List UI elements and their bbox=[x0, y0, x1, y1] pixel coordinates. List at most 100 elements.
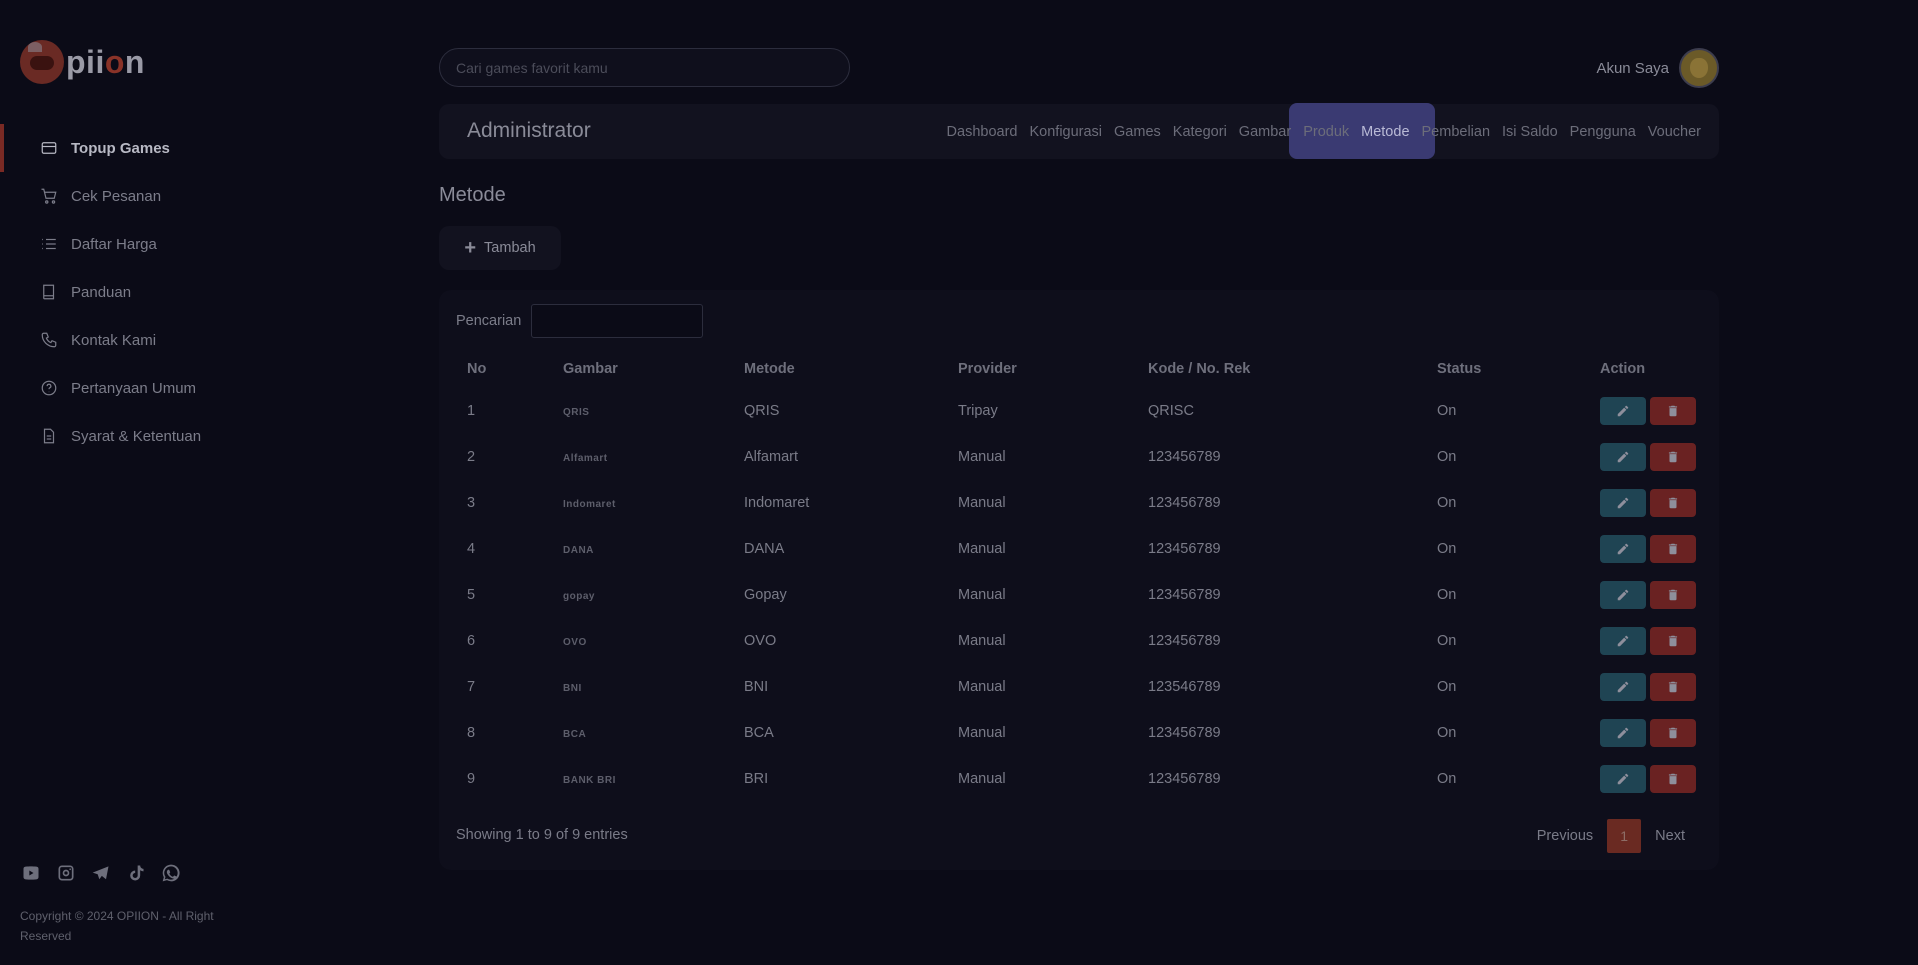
cell-action bbox=[1572, 710, 1719, 756]
edit-button[interactable] bbox=[1600, 627, 1646, 655]
pencil-icon bbox=[1616, 772, 1630, 786]
column-header[interactable]: Action bbox=[1572, 350, 1719, 388]
trash-icon bbox=[1666, 588, 1680, 602]
search-input[interactable] bbox=[439, 48, 850, 87]
avatar[interactable] bbox=[1679, 48, 1719, 88]
delete-button[interactable] bbox=[1650, 627, 1696, 655]
delete-button[interactable] bbox=[1650, 535, 1696, 563]
social-links bbox=[20, 862, 182, 884]
trash-icon bbox=[1666, 726, 1680, 740]
methods-card: Pencarian No Gambar Metode Provider Kode… bbox=[439, 290, 1719, 870]
youtube-icon[interactable] bbox=[20, 862, 42, 884]
delete-button[interactable] bbox=[1650, 397, 1696, 425]
telegram-icon[interactable] bbox=[90, 862, 112, 884]
sidebar-item-syarat-ketentuan[interactable]: Syarat & Ketentuan bbox=[0, 412, 300, 460]
cell-logo: OVO bbox=[535, 618, 716, 664]
cell-action bbox=[1572, 434, 1719, 480]
sidebar-item-label: Topup Games bbox=[71, 139, 170, 157]
nav-voucher[interactable]: Voucher bbox=[1648, 124, 1701, 140]
edit-button[interactable] bbox=[1600, 581, 1646, 609]
sidebar-item-daftar-harga[interactable]: Daftar Harga bbox=[0, 220, 300, 268]
sidebar-item-topup-games[interactable]: Topup Games bbox=[0, 124, 300, 172]
cell-no: 6 bbox=[467, 633, 476, 649]
edit-button[interactable] bbox=[1600, 719, 1646, 747]
cell-kode: 123456789 bbox=[1148, 725, 1221, 741]
add-button[interactable]: + Tambah bbox=[439, 226, 561, 270]
filter-input[interactable] bbox=[531, 304, 704, 338]
column-header[interactable]: Metode bbox=[716, 350, 930, 388]
delete-button[interactable] bbox=[1650, 765, 1696, 793]
sidebar-item-label: Panduan bbox=[71, 283, 132, 301]
cell-no: 9 bbox=[467, 771, 476, 787]
cell-status: On bbox=[1437, 587, 1457, 603]
nav-games[interactable]: Games bbox=[1114, 124, 1161, 140]
cell-status: On bbox=[1437, 449, 1457, 465]
logo-mark-icon bbox=[20, 40, 64, 84]
edit-button[interactable] bbox=[1600, 397, 1646, 425]
column-header[interactable]: Provider bbox=[930, 350, 1120, 388]
column-header[interactable]: No bbox=[439, 350, 535, 388]
pagination: Previous 1 Next bbox=[1523, 819, 1699, 853]
nav-kategori[interactable]: Kategori bbox=[1173, 124, 1227, 140]
nav-pembelian[interactable]: Pembelian bbox=[1422, 124, 1491, 140]
sidebar: piion Topup Games Cek Pesanan Daftar Har… bbox=[0, 0, 300, 965]
column-header[interactable]: Gambar bbox=[535, 350, 716, 388]
edit-button[interactable] bbox=[1600, 443, 1646, 471]
delete-button[interactable] bbox=[1650, 673, 1696, 701]
edit-button[interactable] bbox=[1600, 765, 1646, 793]
tiktok-icon[interactable] bbox=[125, 862, 147, 884]
previous-button[interactable]: Previous bbox=[1523, 828, 1607, 844]
edit-button[interactable] bbox=[1600, 673, 1646, 701]
edit-button[interactable] bbox=[1600, 489, 1646, 517]
account-menu[interactable]: Akun Saya bbox=[1596, 48, 1719, 88]
cell-logo: BNI bbox=[535, 664, 716, 710]
delete-button[interactable] bbox=[1650, 443, 1696, 471]
sidebar-item-panduan[interactable]: Panduan bbox=[0, 268, 300, 316]
next-button[interactable]: Next bbox=[1641, 828, 1699, 844]
cell-kode: 123456789 bbox=[1148, 771, 1221, 787]
cell-metode: BRI bbox=[744, 771, 769, 787]
table-row: 9 BANK BRI BRI Manual 123456789 On bbox=[439, 756, 1719, 802]
sidebar-item-pertanyaan-umum[interactable]: Pertanyaan Umum bbox=[0, 364, 300, 412]
column-header[interactable]: Status bbox=[1409, 350, 1572, 388]
method-logo: OVO bbox=[563, 637, 587, 648]
pencil-icon bbox=[1616, 450, 1630, 464]
row-actions bbox=[1600, 489, 1719, 517]
trash-icon bbox=[1666, 496, 1680, 510]
nav-konfigurasi[interactable]: Konfigurasi bbox=[1029, 124, 1102, 140]
cell-logo: BANK BRI bbox=[535, 756, 716, 802]
cell-provider: Manual bbox=[958, 449, 1006, 465]
sidebar-item-kontak-kami[interactable]: Kontak Kami bbox=[0, 316, 300, 364]
nav-dashboard[interactable]: Dashboard bbox=[947, 124, 1018, 140]
delete-button[interactable] bbox=[1650, 581, 1696, 609]
cell-logo: DANA bbox=[535, 526, 716, 572]
cell-provider: Manual bbox=[958, 725, 1006, 741]
cell-action bbox=[1572, 526, 1719, 572]
sidebar-item-cek-pesanan[interactable]: Cek Pesanan bbox=[0, 172, 300, 220]
brand-logo[interactable]: piion bbox=[20, 40, 145, 84]
nav-produk[interactable]: Produk bbox=[1303, 124, 1349, 140]
nav-metode[interactable]: Metode bbox=[1361, 124, 1409, 140]
cell-logo: QRIS bbox=[535, 388, 716, 434]
edit-button[interactable] bbox=[1600, 535, 1646, 563]
account-label: Akun Saya bbox=[1596, 59, 1669, 77]
instagram-icon[interactable] bbox=[55, 862, 77, 884]
page-1-button[interactable]: 1 bbox=[1607, 819, 1642, 853]
table-row: 8 BCA BCA Manual 123456789 On bbox=[439, 710, 1719, 756]
nav-gambar[interactable]: Gambar bbox=[1239, 124, 1291, 140]
table-row: 1 QRIS QRIS Tripay QRISC On bbox=[439, 388, 1719, 434]
card-icon bbox=[40, 139, 58, 157]
cell-metode: Gopay bbox=[744, 587, 787, 603]
cell-kode: QRISC bbox=[1148, 403, 1194, 419]
delete-button[interactable] bbox=[1650, 719, 1696, 747]
delete-button[interactable] bbox=[1650, 489, 1696, 517]
sidebar-item-label: Daftar Harga bbox=[71, 235, 157, 253]
column-header[interactable]: Kode / No. Rek bbox=[1120, 350, 1409, 388]
phone-icon bbox=[40, 331, 58, 349]
cell-status: On bbox=[1437, 679, 1457, 695]
cell-status: On bbox=[1437, 495, 1457, 511]
method-logo: gopay bbox=[563, 591, 595, 602]
whatsapp-icon[interactable] bbox=[160, 862, 182, 884]
nav-pengguna[interactable]: Pengguna bbox=[1570, 124, 1636, 140]
nav-isi-saldo[interactable]: Isi Saldo bbox=[1502, 124, 1558, 140]
